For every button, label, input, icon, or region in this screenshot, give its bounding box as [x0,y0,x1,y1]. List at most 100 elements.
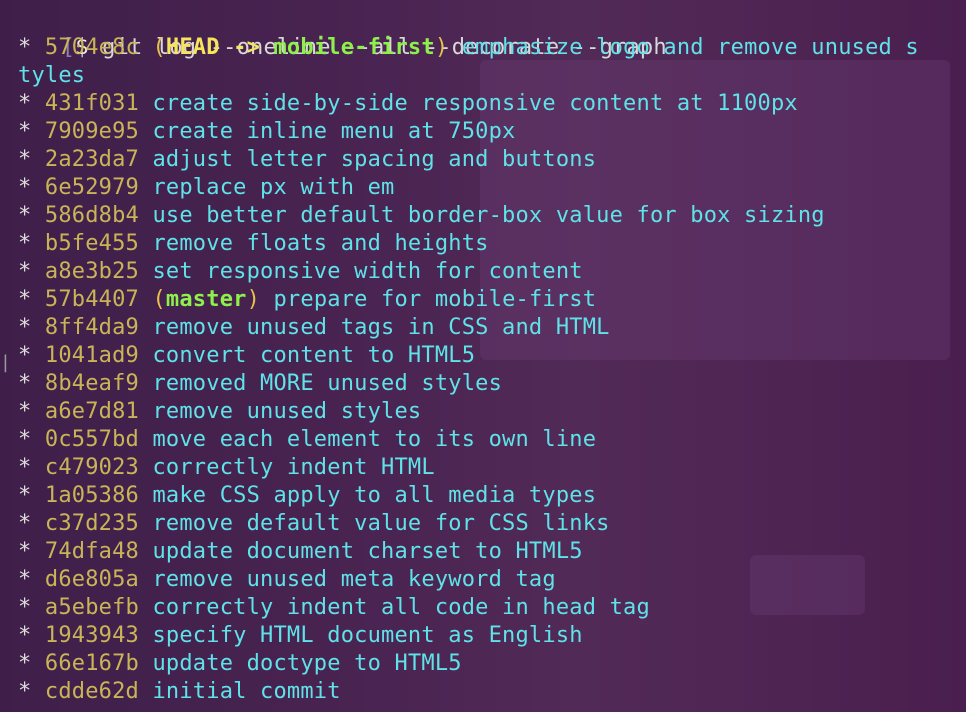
branch-name: mobile-first [273,35,435,60]
commit-hash: 74dfa48 [44,539,140,564]
graph-marker: * [18,259,45,284]
commit-hash: 57b4407 [44,287,140,312]
prompt-close-bracket-line: ] [952,6,966,34]
commit-line: * 5704e8c (HEAD -> mobile-first) emphasi… [18,34,919,62]
graph-marker: * [18,231,45,256]
commit-message: make CSS apply to all media types [152,483,597,508]
commit-line: * 7909e95 create inline menu at 750px [18,118,516,146]
commit-line: * 74dfa48 update document charset to HTM… [18,538,583,566]
graph-marker: * [18,595,45,620]
commit-hash: b5fe455 [44,231,140,256]
commit-line: * c37d235 remove default value for CSS l… [18,510,610,538]
commit-message: create inline menu at 750px [152,119,516,144]
commit-hash: 1a05386 [44,483,140,508]
commit-message: set responsive width for content [152,259,583,284]
graph-marker: * [18,651,45,676]
commit-hash: 0c557bd [44,427,140,452]
commit-message: emphasize logo and remove unused s [461,35,919,60]
commit-message: adjust letter spacing and buttons [152,147,597,172]
commit-hash: c479023 [44,455,140,480]
commit-hash: 6e52979 [44,175,140,200]
commit-message: use better default border-box value for … [152,203,825,228]
graph-marker: * [18,147,45,172]
commit-line: * 431f031 create side-by-side responsive… [18,90,798,118]
graph-marker: * [18,399,45,424]
commit-message: initial commit [152,679,341,704]
commit-hash: 66e167b [44,651,140,676]
graph-marker: * [18,203,45,228]
commit-message: convert content to HTML5 [152,343,476,368]
commit-line: * 8ff4da9 remove unused tags in CSS and … [18,314,610,342]
commit-line: * 586d8b4 use better default border-box … [18,202,825,230]
commit-message: remove default value for CSS links [152,511,610,536]
commit-line: * c479023 correctly indent HTML [18,454,435,482]
commit-line: * d6e805a remove unused meta keyword tag [18,566,556,594]
commit-message: tyles [18,63,86,88]
branch-name: master [165,287,247,312]
commit-line: * 8b4eaf9 removed MORE unused styles [18,370,502,398]
commit-hash: d6e805a [44,567,140,592]
commit-hash: 586d8b4 [44,203,140,228]
commit-line: * 1943943 specify HTML document as Engli… [18,622,583,650]
graph-marker: * [18,371,45,396]
terminal-window[interactable]: | [$ git log --oneline --all --decorate … [0,0,966,712]
commit-hash: a5ebefb [44,595,140,620]
commit-hash: cdde62d [44,679,140,704]
commit-line: * 1041ad9 convert content to HTML5 [18,342,475,370]
commit-hash: 8ff4da9 [44,315,140,340]
graph-marker: * [18,35,45,60]
commit-message: correctly indent all code in head tag [152,595,650,620]
head-ref: HEAD -> [165,35,274,60]
scroll-marker: | [0,352,11,373]
graph-marker: * [18,287,45,312]
graph-marker: * [18,91,45,116]
commit-hash: c37d235 [44,511,140,536]
commit-message: remove unused meta keyword tag [152,567,556,592]
commit-line: * 57b4407 (master) prepare for mobile-fi… [18,286,596,314]
graph-marker: * [18,119,45,144]
commit-message: move each element to its own line [152,427,597,452]
graph-marker: * [18,511,45,536]
commit-message: update document charset to HTML5 [152,539,583,564]
commit-line: * 0c557bd move each element to its own l… [18,426,596,454]
commit-message: removed MORE unused styles [152,371,503,396]
commit-hash: a6e7d81 [44,399,140,424]
commit-hash: 1943943 [44,623,140,648]
graph-marker: * [18,315,45,340]
commit-hash: a8e3b25 [44,259,140,284]
commit-hash: 7909e95 [44,119,140,144]
commit-hash: 2a23da7 [44,147,140,172]
graph-marker: * [18,539,45,564]
graph-marker: * [18,343,45,368]
commit-line: * 6e52979 replace px with em [18,174,394,202]
commit-line: * a6e7d81 remove unused styles [18,398,421,426]
commit-message: correctly indent HTML [152,455,435,480]
commit-line: * 1a05386 make CSS apply to all media ty… [18,482,596,510]
commit-message: prepare for mobile-first [273,287,597,312]
ref-close-paren: ) [434,35,449,60]
commit-line: * a5ebefb correctly indent all code in h… [18,594,650,622]
graph-marker: * [18,427,45,452]
commit-message: replace px with em [152,175,395,200]
commit-line: * 66e167b update doctype to HTML5 [18,650,462,678]
commit-line: * a8e3b25 set responsive width for conte… [18,258,583,286]
ref-open-paren: ( [152,287,166,312]
commit-hash: 431f031 [44,91,140,116]
graph-marker: * [18,455,45,480]
commit-message: specify HTML document as English [152,623,583,648]
ref-close-paren: ) [246,287,261,312]
commit-message: remove unused tags in CSS and HTML [152,315,610,340]
commit-hash: 1041ad9 [44,343,140,368]
commit-message: update doctype to HTML5 [152,651,462,676]
commit-hash: 8b4eaf9 [44,371,140,396]
graph-marker: * [18,567,45,592]
graph-marker: * [18,679,45,704]
commit-message: create side-by-side responsive content a… [152,91,798,116]
commit-message: remove floats and heights [152,231,489,256]
commit-message: remove unused styles [152,399,422,424]
commit-line: * 2a23da7 adjust letter spacing and butt… [18,146,596,174]
prompt-line: [$ git log --oneline --all --decorate --… [8,6,667,60]
graph-marker: * [18,175,45,200]
commit-hash: 5704e8c [44,35,140,60]
commit-line: * cdde62d initial commit [18,678,341,706]
